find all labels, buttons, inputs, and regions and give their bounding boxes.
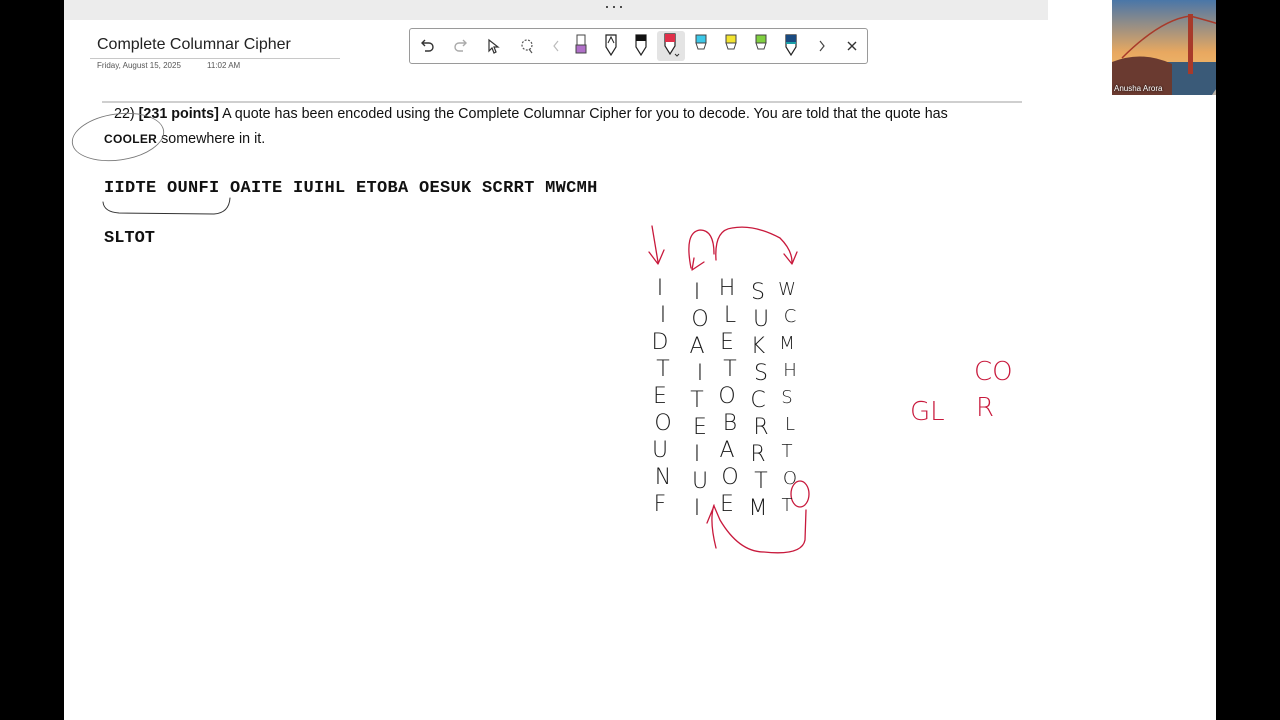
keyword-circle xyxy=(71,112,165,162)
ciphertext-bracket xyxy=(102,197,231,215)
handwritten-letter: O xyxy=(721,465,738,490)
handwritten-letter: H xyxy=(719,276,736,301)
handwritten-letter: U xyxy=(652,438,668,463)
handwritten-letter: O xyxy=(718,384,735,409)
arrow-col3 xyxy=(715,226,798,265)
handwritten-letter: I xyxy=(694,280,701,305)
handwritten-letter: N xyxy=(655,465,671,490)
handwritten-letter: A xyxy=(719,438,734,463)
participant-name: Anusha Arora xyxy=(1114,84,1163,93)
notebook-page: ··· Complete Columnar Cipher Friday, Aug… xyxy=(64,0,1216,720)
handwritten-letter: L xyxy=(724,303,736,328)
handwritten-letter: T xyxy=(782,441,793,462)
handwritten-letter: E xyxy=(653,384,667,409)
handwritten-letter: E xyxy=(693,415,707,440)
handwritten-letter: K xyxy=(751,334,766,359)
handwritten-letter: D xyxy=(652,330,669,355)
handwritten-letter: T xyxy=(690,388,703,413)
handwritten-letter: O xyxy=(691,307,708,332)
side-note-text: CO xyxy=(974,357,1013,387)
handwritten-letter: T xyxy=(723,357,736,382)
handwritten-letter: S xyxy=(751,280,765,305)
handwritten-letter: U xyxy=(692,469,708,494)
handwritten-letter: H xyxy=(783,360,797,381)
handwritten-letter: S xyxy=(781,387,792,408)
webcam-tile: Anusha Arora xyxy=(1112,0,1216,95)
handwritten-letter: O xyxy=(783,468,797,489)
handwritten-letter: I xyxy=(660,303,667,328)
ink-annotations: IIDTEOUNFIOAITEIUIHLETOBAOESUKSCRRTMWCMH… xyxy=(71,112,1013,554)
side-note-text: R xyxy=(976,393,994,423)
arrow-col2 xyxy=(688,229,715,271)
handwritten-letter: E xyxy=(720,330,734,355)
handwritten-letter: W xyxy=(778,279,796,300)
handwritten-letter: O xyxy=(654,411,671,436)
handwritten-letter: F xyxy=(654,492,667,517)
handwritten-letter: R xyxy=(753,415,768,440)
handwritten-letter: T xyxy=(754,469,767,494)
handwritten-letter: I xyxy=(694,442,701,467)
handwritten-letter: T xyxy=(656,357,669,382)
handwritten-letter: I xyxy=(657,276,664,301)
handwritten-letter: U xyxy=(753,307,769,332)
side-note-text: GL xyxy=(910,397,945,427)
handwritten-letter: A xyxy=(689,334,704,359)
handwritten-letter: M xyxy=(749,496,768,521)
handwritten-letter: I xyxy=(694,496,701,521)
handwritten-letter: C xyxy=(750,388,765,413)
handwritten-letter: C xyxy=(784,306,797,327)
handwritten-letter: T xyxy=(782,495,793,516)
handwritten-letter: B xyxy=(723,411,737,436)
handwritten-letter: S xyxy=(754,361,768,386)
arrow-col1 xyxy=(648,225,665,265)
handwritten-letter: I xyxy=(697,361,704,386)
handwritten-letter: R xyxy=(750,442,765,467)
handwritten-letter: E xyxy=(720,492,734,517)
handwritten-letter: L xyxy=(785,414,795,435)
handwritten-letter: M xyxy=(779,333,795,354)
webcam-feed xyxy=(1112,0,1216,95)
